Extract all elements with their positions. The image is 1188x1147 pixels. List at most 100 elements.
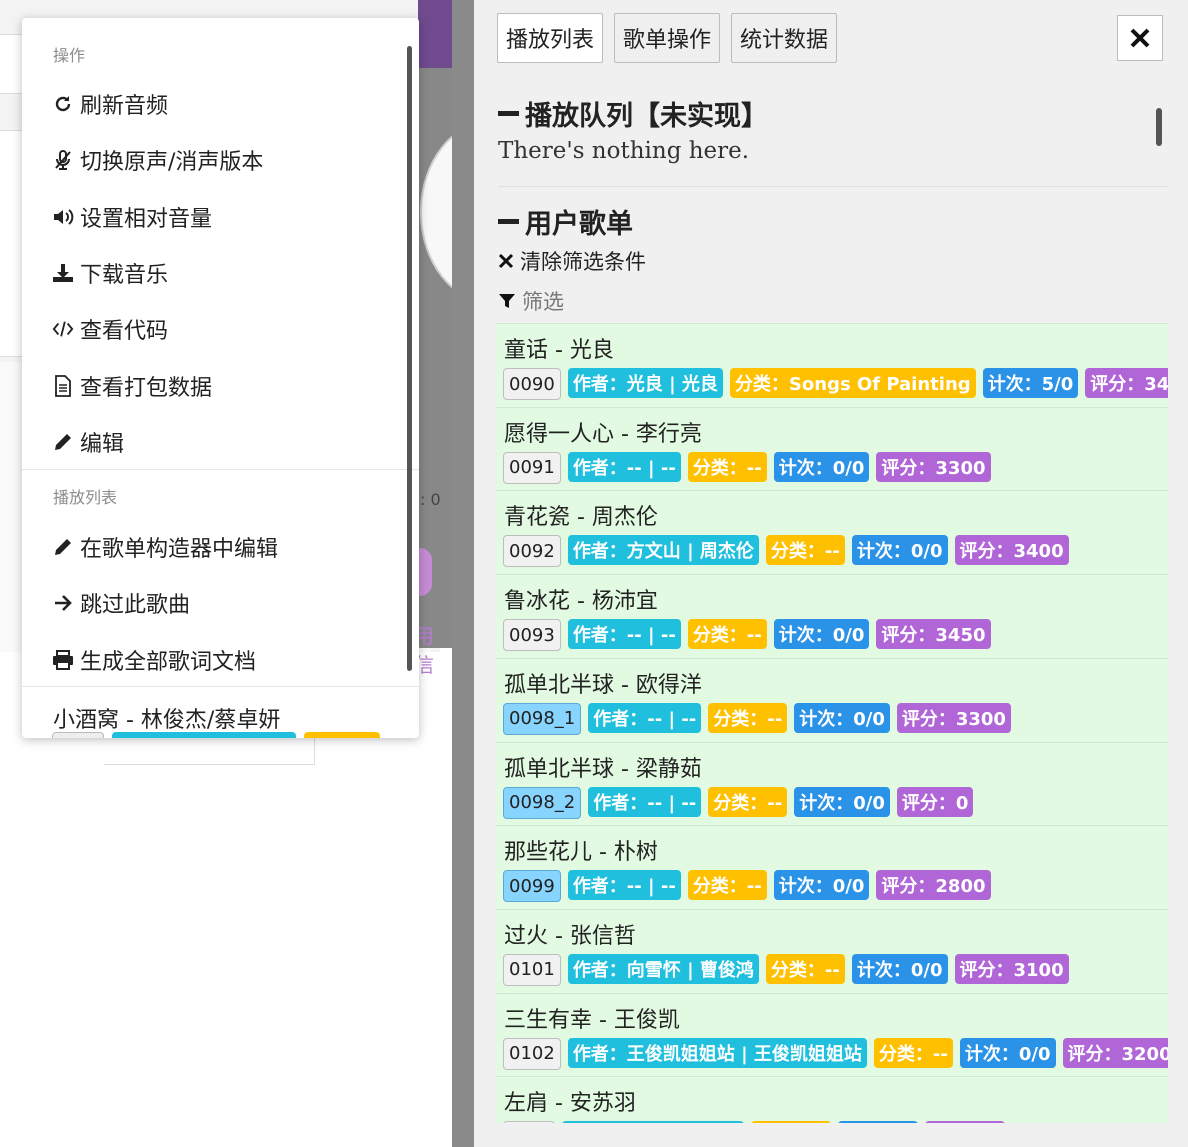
menu-item-toggle-vocal[interactable]: 切换原声/消声版本 — [52, 144, 263, 176]
modal-backdrop — [452, 0, 474, 1147]
song-row[interactable]: 三生有幸 - 王俊凯 0102 作者：王俊凯姐姐站 | 王俊凯姐姐站 分类：-- 计次：… — [496, 992, 1168, 1077]
menu-item-label: 设置相对音量 — [80, 207, 213, 232]
user-lists-title: 用户歌单 — [525, 209, 633, 240]
menu-separator — [22, 686, 419, 687]
menu-current-song-tags — [52, 732, 380, 738]
song-id-badge: 0099 — [503, 870, 561, 903]
song-id-badge: 0098_2 — [503, 786, 582, 819]
song-row[interactable]: 孤单北半球 - 欧得洋 0098_1 作者：-- | -- 分类：-- 计次：0/0 评分… — [496, 657, 1168, 742]
song-title: 孤单北半球 - 欧得洋 — [504, 672, 702, 698]
category-badge: 分类：-- — [708, 702, 788, 733]
category-badge: 分类：-- — [687, 619, 767, 650]
song-row[interactable]: 童话 - 光良 0090 作者：光良 | 光良 分类：Songs Of Paintin… — [496, 323, 1168, 407]
menu-item-view-bundle[interactable]: 查看打包数据 — [52, 370, 212, 402]
filter-label: 筛选 — [522, 290, 564, 314]
menu-item-label: 跳过此歌曲 — [80, 593, 191, 618]
author-badge: 作者：王俊凯姐姐站 | 王俊凯姐姐站 — [567, 1037, 867, 1068]
song-title: 愿得一人心 - 李行亮 — [504, 421, 702, 447]
score-badge — [925, 1121, 1005, 1123]
song-title: 童话 - 光良 — [504, 338, 614, 363]
author-badge: 作者：-- | -- — [588, 702, 702, 733]
song-row[interactable]: 鲁冰花 - 杨沛宜 0093 作者：-- | -- 分类：-- 计次：0/0 评分：345… — [496, 574, 1168, 658]
menu-item-refresh-audio[interactable]: 刷新音频 — [52, 88, 168, 120]
category-badge: 分类：Songs Of Painting — [729, 368, 976, 398]
pencil-icon — [52, 536, 74, 558]
menu-item-label: 查看代码 — [80, 319, 169, 344]
user-lists-section-toggle[interactable]: 用户歌单 — [498, 202, 633, 241]
song-row[interactable]: 过火 - 张信哲 0101 作者：向雪怀 | 曹俊鸿 分类：-- 计次：0/0 评分：31… — [496, 908, 1168, 993]
playlist-panel: 播放列表 歌单操作 统计数据 播放队列【未实现】 There's nothing… — [474, 0, 1188, 1147]
menu-item-relative-volume[interactable]: 设置相对音量 — [52, 201, 212, 233]
download-icon — [52, 262, 74, 284]
song-title: 鲁冰花 - 杨沛宜 — [504, 589, 658, 615]
song-id-badge: 0102 — [503, 1037, 561, 1070]
menu-current-song: 小酒窝 - 林俊杰/蔡卓妍 — [53, 708, 281, 733]
menu-item-edit[interactable]: 编辑 — [52, 426, 124, 458]
menu-item-skip-song[interactable]: 跳过此歌曲 — [52, 587, 190, 619]
author-badge: 作者：向雪怀 | 曹俊鸿 — [567, 953, 759, 984]
clear-filter-button[interactable]: 清除筛选条件 — [498, 246, 646, 276]
song-badges: 0091 作者：-- | -- 分类：-- 计次：0/0 评分：3300 — [503, 451, 991, 484]
score-badge: 评分：3450 — [876, 619, 991, 650]
menu-item-download[interactable]: 下载音乐 — [52, 257, 168, 289]
queue-title: 播放队列【未实现】 — [525, 101, 768, 132]
menu-item-label: 生成全部歌词文档 — [80, 650, 257, 675]
menu-item-label: 切换原声/消声版本 — [80, 150, 264, 175]
background-footer-box — [104, 736, 315, 765]
file-icon — [52, 375, 74, 397]
refresh-icon — [52, 93, 74, 115]
song-title: 左肩 - 安苏羽 — [504, 1091, 636, 1117]
count-badge: 计次：0/0 — [773, 870, 870, 901]
close-icon — [1130, 28, 1150, 48]
category-badge: 分类：-- — [765, 535, 845, 566]
tab-playlist[interactable]: 播放列表 — [497, 13, 604, 63]
collapse-icon — [498, 219, 519, 224]
tab-list-ops[interactable]: 歌单操作 — [614, 13, 721, 63]
close-button[interactable] — [1117, 15, 1163, 61]
author-badge: 作者：-- | -- — [588, 786, 702, 817]
author-badge: 作者：-- | -- — [567, 870, 681, 901]
tag-category — [304, 732, 380, 738]
song-row[interactable]: 左肩 - 安苏羽 — [496, 1076, 1168, 1123]
background-header — [418, 0, 452, 68]
tab-statistics[interactable]: 统计数据 — [731, 13, 838, 63]
menu-scrollbar[interactable] — [407, 46, 412, 671]
category-badge: 分类：-- — [708, 786, 788, 817]
song-badges — [503, 1121, 1005, 1123]
queue-empty-text: There's nothing here. — [498, 138, 750, 164]
song-id-badge: 0092 — [503, 535, 561, 568]
menu-section-playlist: 播放列表 — [53, 488, 118, 507]
score-badge: 评分：3300 — [876, 451, 991, 482]
filter-icon — [499, 294, 515, 308]
song-badges: 0099 作者：-- | -- 分类：-- 计次：0/0 评分：2800 — [503, 870, 991, 903]
song-id-badge: 0091 — [503, 451, 561, 484]
menu-item-label: 查看打包数据 — [80, 376, 213, 401]
menu-item-edit-in-builder[interactable]: 在歌单构造器中编辑 — [52, 531, 278, 563]
arrow-right-icon — [52, 592, 74, 614]
filter-toggle[interactable]: 筛选 — [498, 286, 564, 316]
menu-item-generate-lyrics[interactable]: 生成全部歌词文档 — [52, 644, 256, 676]
menu-item-view-code[interactable]: 查看代码 — [52, 313, 168, 345]
queue-section-toggle[interactable]: 播放队列【未实现】 — [498, 94, 768, 133]
song-id-badge: 0101 — [503, 953, 561, 986]
song-title: 孤单北半球 - 梁静茹 — [504, 756, 702, 782]
volume-icon — [52, 206, 74, 228]
count-badge: 计次：0/0 — [959, 1037, 1056, 1068]
author-badge: 作者：方文山 | 周杰伦 — [567, 535, 759, 566]
context-menu: 操作 刷新音频 切换原声/消声版本 设置相对音量 下载音乐 查看代码 查看打包数 — [22, 18, 419, 738]
section-divider — [498, 186, 1168, 187]
author-badge — [562, 1121, 744, 1123]
song-row[interactable]: 愿得一人心 - 李行亮 0091 作者：-- | -- 分类：-- 计次：0/0 评分：3… — [496, 406, 1168, 491]
song-badges: 0098_2 作者：-- | -- 分类：-- 计次：0/0 评分：0 — [503, 786, 974, 819]
score-badge: 评分：3200 — [1062, 1037, 1168, 1068]
count-badge: 计次：0/0 — [794, 702, 890, 733]
category-badge — [751, 1121, 831, 1123]
pencil-icon — [52, 431, 74, 453]
count-badge: 计次：0/0 — [773, 619, 870, 650]
panel-scrollbar[interactable] — [1156, 108, 1162, 146]
song-row[interactable]: 孤单北半球 - 梁静茹 0098_2 作者：-- | -- 分类：-- 计次：0/0 评分… — [496, 741, 1168, 826]
song-row[interactable]: 那些花儿 - 朴树 0099 作者：-- | -- 分类：-- 计次：0/0 评分：280… — [496, 825, 1168, 909]
collapse-icon — [498, 111, 519, 116]
song-row[interactable]: 青花瓷 - 周杰伦 0092 作者：方文山 | 周杰伦 分类：-- 计次：0/0 评分：3… — [496, 490, 1168, 574]
category-badge: 分类：-- — [765, 953, 845, 984]
